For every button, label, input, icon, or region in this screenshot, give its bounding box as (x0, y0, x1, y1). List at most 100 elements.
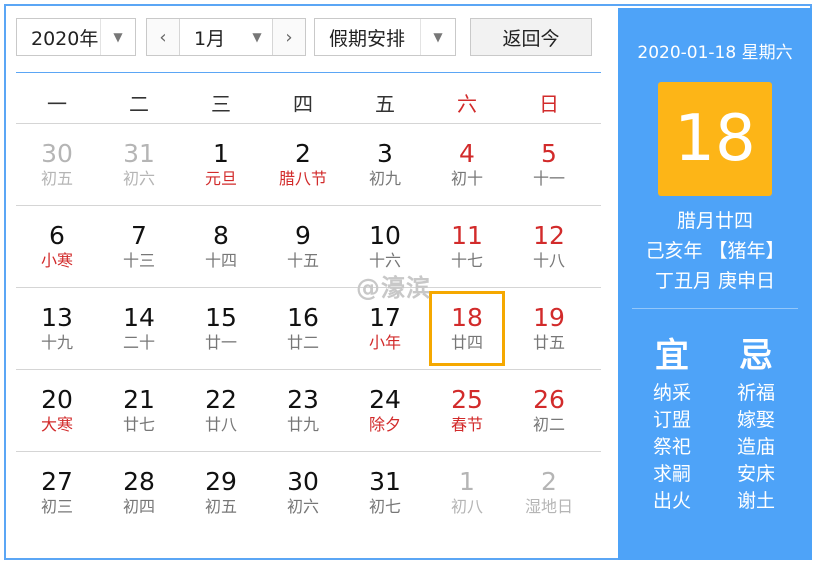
day-number: 18 (451, 303, 483, 332)
day-number: 31 (123, 139, 155, 168)
lunar-label: 十六 (368, 251, 401, 270)
yi-item: 出火 (652, 490, 691, 512)
lunar-label: 初三 (40, 497, 73, 516)
lunar-label: 十四 (204, 251, 237, 270)
day-cell[interactable]: 23 廿九 (262, 370, 344, 451)
chevron-down-icon[interactable]: ▼ (242, 30, 272, 44)
lunar-label: 春节 (450, 415, 483, 434)
lunar-label: 廿五 (532, 333, 565, 352)
year-select[interactable]: 2020年 ▼ (16, 18, 136, 56)
day-cell[interactable]: 14 二十 (98, 288, 180, 369)
day-cell[interactable]: 8 十四 (180, 206, 262, 287)
day-cell[interactable]: 31 初六 (98, 124, 180, 205)
week-row: 6 小寒 7 十三 8 十四 9 十五 10 十六 11 十七 12 十八 (16, 205, 601, 287)
day-cell[interactable]: 26 初二 (508, 370, 590, 451)
day-number: 22 (205, 385, 237, 414)
yi-list: 纳采 订盟 祭祀 求嗣 出火 (642, 380, 702, 515)
day-cell[interactable]: 31 初七 (344, 452, 426, 533)
day-cell[interactable]: 21 廿七 (98, 370, 180, 451)
day-number: 14 (123, 303, 155, 332)
lunar-label: 十一 (532, 169, 565, 188)
next-month-button[interactable]: › (272, 19, 305, 55)
day-cell[interactable]: 10 十六 (344, 206, 426, 287)
day-number: 8 (213, 221, 229, 250)
week-row: 30 初五 31 初六 1 元旦 2 腊八节 3 初九 4 初十 5 十一 (16, 123, 601, 205)
lunar-label: 二十 (122, 333, 155, 352)
lunar-label: 初八 (450, 497, 483, 516)
day-number: 12 (533, 221, 565, 250)
lunar-label: 廿四 (450, 333, 483, 352)
day-cell[interactable]: 30 初六 (262, 452, 344, 533)
lunar-label: 十九 (40, 333, 73, 352)
day-number: 28 (123, 467, 155, 496)
day-cell[interactable]: 29 初五 (180, 452, 262, 533)
day-cell[interactable]: 1 元旦 (180, 124, 262, 205)
day-number: 11 (451, 221, 483, 250)
lunar-label: 廿九 (286, 415, 319, 434)
day-cell[interactable]: 13 十九 (16, 288, 98, 369)
ji-item: 祈福 (736, 382, 775, 404)
day-number: 3 (377, 139, 393, 168)
day-number: 30 (41, 139, 73, 168)
weekday-label: 五 (375, 92, 395, 116)
day-cell[interactable]: 30 初五 (16, 124, 98, 205)
day-cell[interactable]: 19 廿五 (508, 288, 590, 369)
lunar-label: 小寒 (40, 251, 73, 270)
day-number: 24 (369, 385, 401, 414)
day-cell[interactable]: 5 十一 (508, 124, 590, 205)
day-cell[interactable]: 2 湿地日 (508, 452, 590, 533)
day-cell[interactable]: 2 腊八节 (262, 124, 344, 205)
day-cell[interactable]: 22 廿八 (180, 370, 262, 451)
week-row: 27 初三 28 初四 29 初五 30 初六 31 初七 1 初八 2 湿地日 (16, 451, 601, 533)
ji-list: 祈福 嫁娶 造庙 安床 谢土 (726, 380, 786, 515)
day-cell[interactable]: 3 初九 (344, 124, 426, 205)
month-select[interactable]: 1月 (180, 24, 242, 51)
header-divider (16, 72, 601, 73)
day-cell-selected[interactable]: 18 廿四 (426, 288, 508, 369)
day-cell[interactable]: 16 廿二 (262, 288, 344, 369)
lunar-label: 初五 (40, 169, 73, 188)
day-number: 10 (369, 221, 401, 250)
ji-item: 安床 (736, 463, 775, 485)
back-to-today-button[interactable]: 返回今 (470, 18, 592, 56)
day-cell[interactable]: 17 小年 (344, 288, 426, 369)
weekday-label: 二 (129, 92, 149, 116)
day-number: 31 (369, 467, 401, 496)
prev-month-button[interactable]: ‹ (147, 19, 180, 55)
day-number: 5 (541, 139, 557, 168)
day-number: 29 (205, 467, 237, 496)
day-number: 2 (295, 139, 311, 168)
day-cell[interactable]: 12 十八 (508, 206, 590, 287)
day-cell[interactable]: 24 除夕 (344, 370, 426, 451)
month-day-ganzhi: 丁丑月 庚申日 (654, 270, 776, 292)
day-cell[interactable]: 1 初八 (426, 452, 508, 533)
chevron-down-icon[interactable]: ▼ (420, 19, 455, 55)
chevron-down-icon[interactable]: ▼ (100, 19, 135, 55)
day-cell[interactable]: 4 初十 (426, 124, 508, 205)
day-cell[interactable]: 6 小寒 (16, 206, 98, 287)
selected-date-line: 2020-01-18 星期六 (637, 43, 793, 63)
weekday-label: 三 (211, 92, 231, 116)
week-row: 13 十九 14 二十 15 廿一 16 廿二 17 小年 18 廿四 19 廿五 (16, 287, 601, 369)
day-number: 23 (287, 385, 319, 414)
yi-item: 订盟 (652, 409, 691, 431)
day-cell[interactable]: 27 初三 (16, 452, 98, 533)
lunar-label: 初五 (204, 497, 237, 516)
day-cell[interactable]: 11 十七 (426, 206, 508, 287)
day-cell[interactable]: 9 十五 (262, 206, 344, 287)
lunar-label: 湿地日 (524, 497, 573, 516)
yi-item: 祭祀 (652, 436, 691, 458)
day-cell[interactable]: 7 十三 (98, 206, 180, 287)
month-navigator: ‹ 1月 ▼ › (146, 18, 306, 56)
day-cell[interactable]: 20 大寒 (16, 370, 98, 451)
lunar-label: 初六 (122, 169, 155, 188)
day-cell[interactable]: 28 初四 (98, 452, 180, 533)
day-number: 13 (41, 303, 73, 332)
lunar-label: 初二 (532, 415, 565, 434)
holiday-select[interactable]: 假期安排 ▼ (314, 18, 456, 56)
day-cell[interactable]: 25 春节 (426, 370, 508, 451)
lunar-label: 初六 (286, 497, 319, 516)
lunar-label: 十七 (450, 251, 483, 270)
day-cell[interactable]: 15 廿一 (180, 288, 262, 369)
panel-divider (632, 308, 798, 309)
